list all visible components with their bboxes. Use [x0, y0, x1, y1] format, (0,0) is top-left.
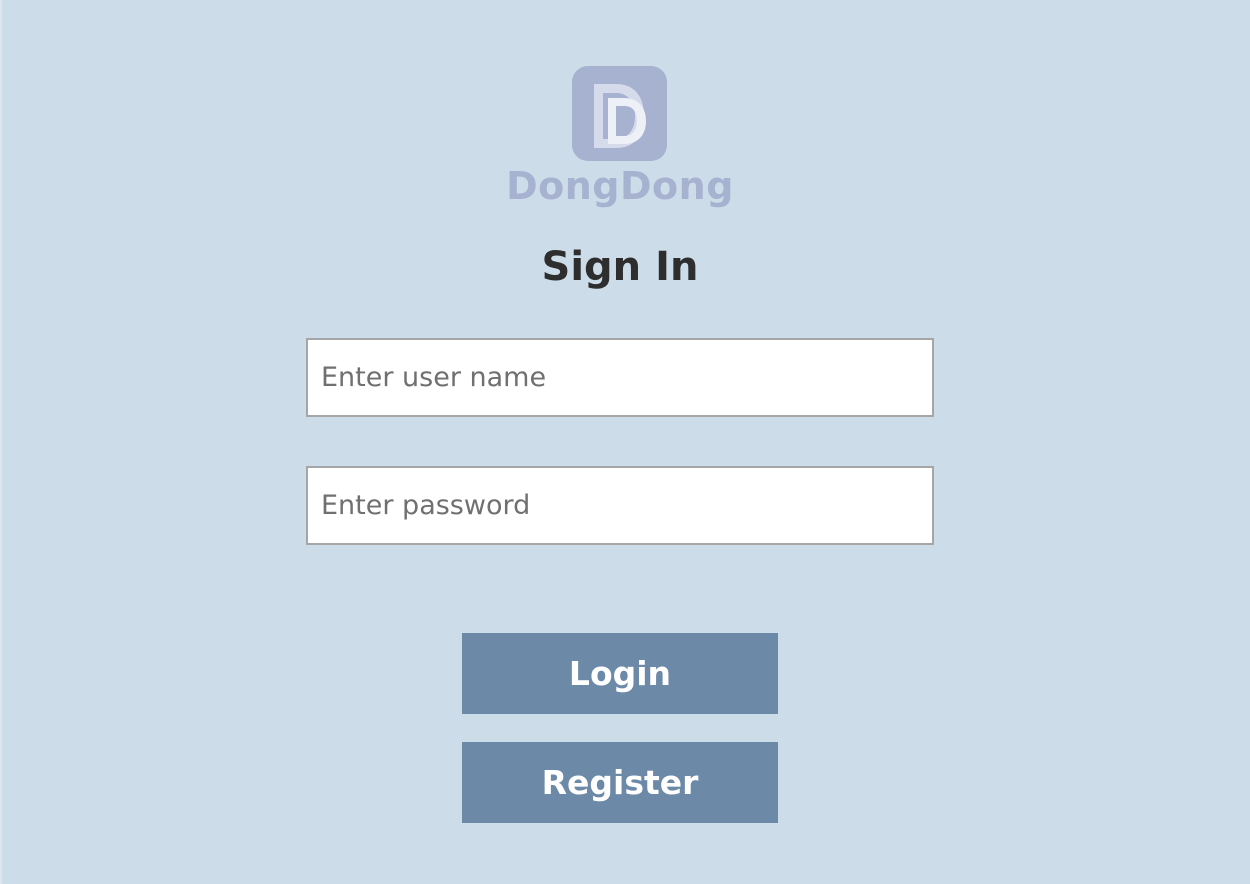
- page-title: Sign In: [541, 244, 699, 290]
- window-edge: [0, 0, 2, 884]
- login-button[interactable]: Login: [462, 633, 778, 714]
- dongdong-logo-icon: [572, 66, 667, 161]
- username-input[interactable]: [306, 338, 934, 417]
- register-button[interactable]: Register: [462, 742, 778, 823]
- password-input[interactable]: [306, 466, 934, 545]
- brand-name: DongDong: [506, 164, 734, 208]
